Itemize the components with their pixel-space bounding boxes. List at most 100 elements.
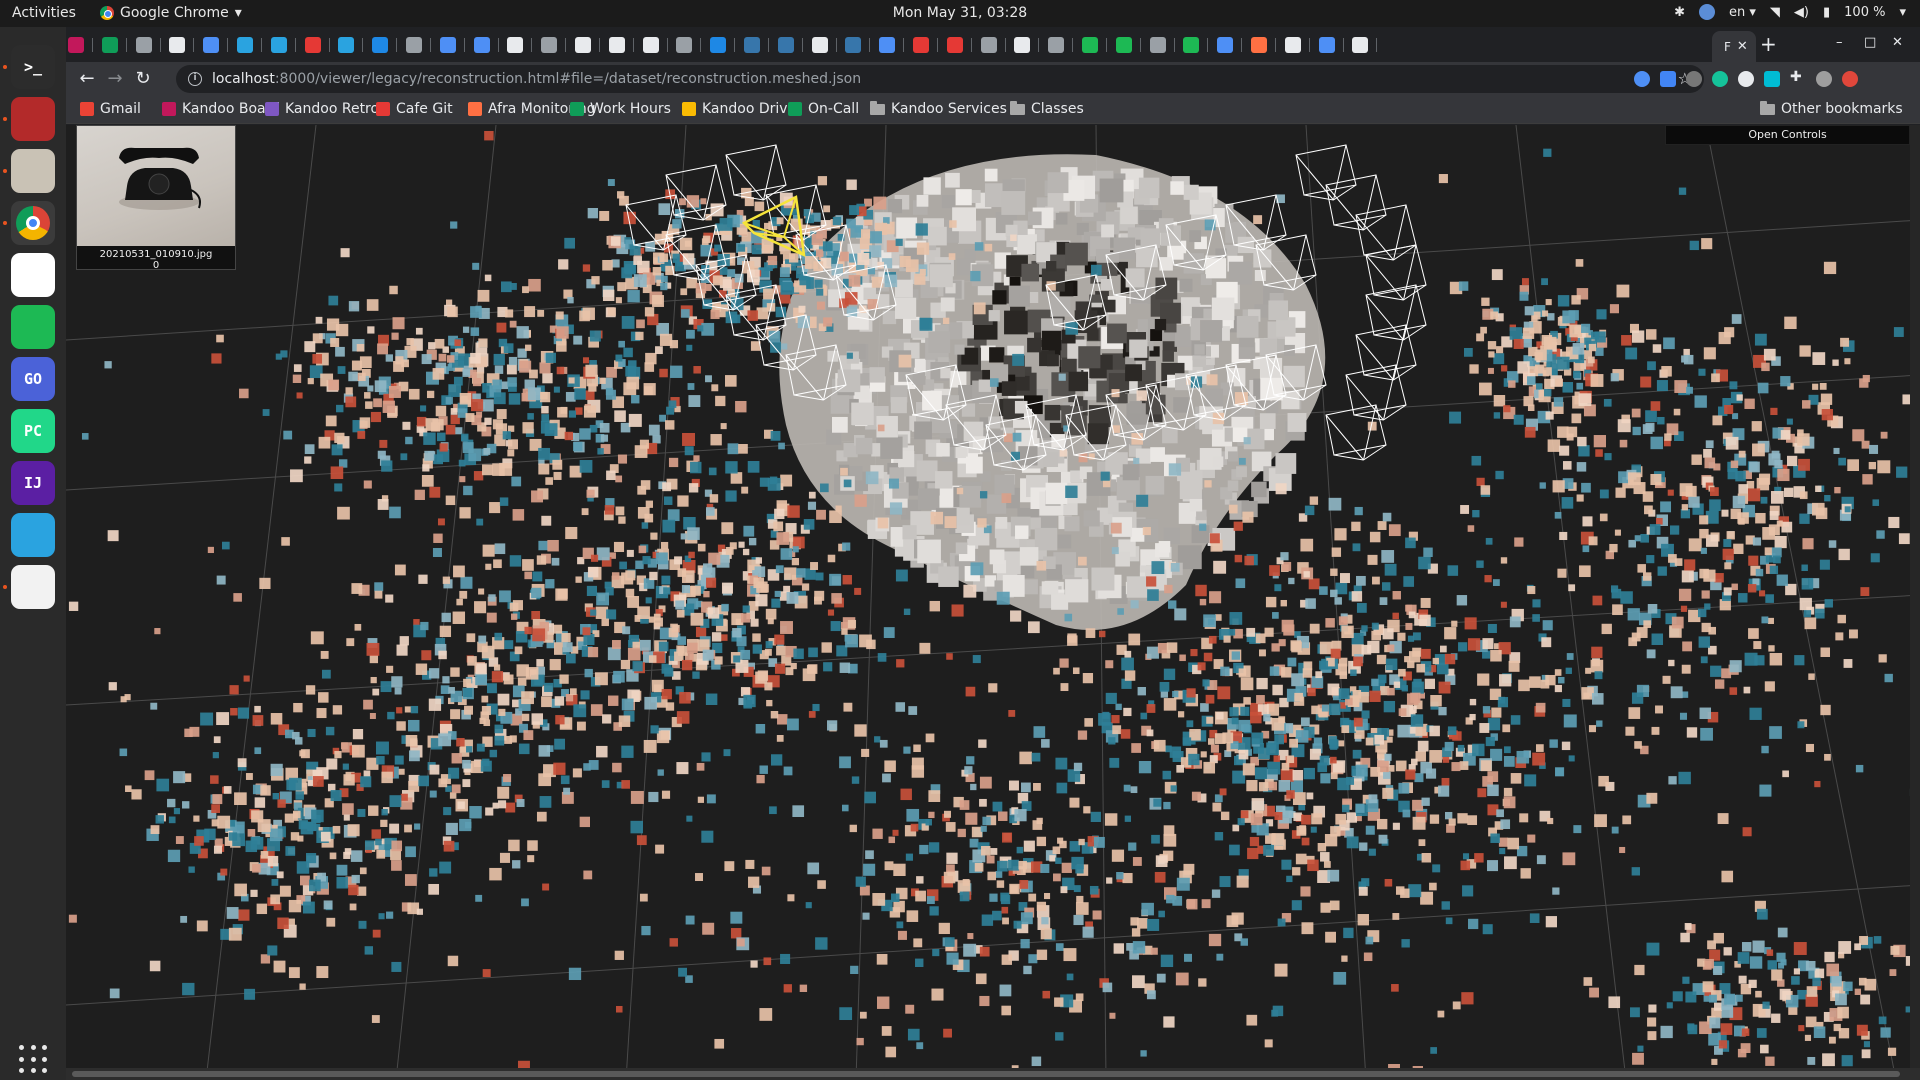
- browser-tab[interactable]: [710, 33, 736, 57]
- browser-tab[interactable]: [777, 33, 803, 57]
- close-tab-icon[interactable]: ✕: [1737, 39, 1748, 54]
- bookmark-item[interactable]: Work Hours: [570, 101, 671, 117]
- bookmark-item[interactable]: Kandoo Board: [162, 101, 280, 117]
- browser-tab[interactable]: [439, 33, 465, 57]
- extensions-puzzle-icon[interactable]: ✚: [1790, 69, 1806, 85]
- other-bookmarks-folder[interactable]: Other bookmarks: [1760, 100, 1903, 117]
- browser-tab[interactable]: [1318, 33, 1344, 57]
- browser-tab[interactable]: [507, 33, 533, 57]
- browser-tab[interactable]: [1217, 33, 1243, 57]
- new-tab-icon[interactable]: +: [1760, 33, 1777, 55]
- language-indicator[interactable]: en ▾: [1729, 5, 1756, 20]
- vpn-tray-icon[interactable]: [1699, 4, 1715, 20]
- browser-tab[interactable]: [1149, 33, 1175, 57]
- browser-tab[interactable]: [169, 33, 195, 57]
- browser-tab[interactable]: [338, 33, 364, 57]
- point: [380, 681, 392, 693]
- browser-tab[interactable]: [1048, 33, 1074, 57]
- browser-tab[interactable]: [1251, 33, 1276, 57]
- site-info-icon[interactable]: i: [188, 72, 202, 86]
- bookmark-item[interactable]: Kandoo Retro: [265, 101, 379, 117]
- system-menu-caret-icon[interactable]: ▾: [1899, 5, 1906, 20]
- browser-tab[interactable]: [845, 33, 871, 57]
- browser-tab[interactable]: [68, 33, 93, 57]
- reload-icon[interactable]: ↻: [132, 68, 154, 90]
- browser-tab[interactable]: [237, 33, 262, 57]
- extension-icon[interactable]: [1686, 71, 1702, 87]
- bookmark-item[interactable]: Kandoo Services: [870, 100, 1007, 117]
- extension-icon[interactable]: [1634, 71, 1650, 87]
- browser-tab[interactable]: [541, 33, 567, 57]
- browser-tab[interactable]: [203, 33, 229, 57]
- browser-tab[interactable]: [406, 33, 431, 57]
- point-cloud-canvas[interactable]: [66, 125, 1920, 1080]
- dock-google-chrome-icon[interactable]: [11, 201, 55, 245]
- dock-spotify-icon[interactable]: [11, 305, 55, 349]
- browser-tab[interactable]: [946, 33, 972, 57]
- browser-tab[interactable]: [744, 33, 769, 57]
- address-bar[interactable]: i localhost:8000/viewer/legacy/reconstru…: [176, 65, 1704, 93]
- browser-tab[interactable]: [1352, 33, 1378, 57]
- browser-tab[interactable]: [575, 33, 600, 57]
- browser-tab[interactable]: [1115, 33, 1141, 57]
- profile-avatar[interactable]: [1816, 71, 1832, 87]
- browser-tab[interactable]: [304, 33, 330, 57]
- browser-tab[interactable]: [1284, 33, 1310, 57]
- bookmark-item[interactable]: Kandoo Drive: [682, 101, 796, 117]
- dock-pycharm-icon[interactable]: PC: [11, 409, 55, 453]
- browser-tab[interactable]: [1014, 33, 1040, 57]
- dock-terminal-icon[interactable]: >_: [11, 45, 55, 89]
- bookmark-item[interactable]: On-Call: [788, 101, 859, 117]
- battery-icon[interactable]: ▮: [1823, 5, 1830, 20]
- extension-badge-icon[interactable]: [1738, 71, 1754, 87]
- forward-icon[interactable]: →: [104, 68, 126, 90]
- browser-tab[interactable]: [811, 33, 837, 57]
- bookmark-item[interactable]: Cafe Git: [376, 101, 453, 117]
- slack-tray-icon[interactable]: ✱: [1674, 5, 1685, 20]
- bookmark-item[interactable]: Gmail: [80, 101, 141, 117]
- scrollbar-thumb[interactable]: [72, 1071, 1900, 1077]
- browser-tab[interactable]: [1183, 33, 1209, 57]
- app-menu[interactable]: Google Chrome ▾: [100, 5, 242, 21]
- close-window-icon[interactable]: ✕: [1892, 35, 1903, 50]
- maximize-icon[interactable]: □: [1864, 35, 1876, 50]
- browser-tab[interactable]: [1082, 33, 1107, 57]
- dock-editor-icon[interactable]: [11, 565, 55, 609]
- browser-tab[interactable]: [135, 33, 161, 57]
- clock[interactable]: Mon May 31, 03:28: [893, 5, 1027, 21]
- dock-screenshot-tool-icon[interactable]: [11, 97, 55, 141]
- browser-tab[interactable]: [642, 33, 668, 57]
- browser-tab[interactable]: [879, 33, 905, 57]
- vertical-scrollbar[interactable]: [1910, 125, 1920, 1068]
- minimize-icon[interactable]: –: [1836, 35, 1843, 50]
- bookmark-item[interactable]: Classes: [1010, 100, 1084, 117]
- dock-telegram-icon[interactable]: [11, 513, 55, 557]
- browser-tab[interactable]: [473, 33, 499, 57]
- point: [1622, 815, 1632, 825]
- browser-tab[interactable]: [372, 33, 398, 57]
- activities-button[interactable]: Activities: [12, 5, 76, 21]
- extension-icon[interactable]: [1764, 71, 1780, 87]
- back-icon[interactable]: ←: [76, 68, 98, 90]
- dock-slack-icon[interactable]: [11, 253, 55, 297]
- browser-tab[interactable]: [608, 33, 634, 57]
- browser-tab[interactable]: [980, 33, 1006, 57]
- dock-intellij-icon[interactable]: IJ: [11, 461, 55, 505]
- browser-tab[interactable]: [913, 33, 938, 57]
- dock-goland-icon[interactable]: GO: [11, 357, 55, 401]
- image-thumbnail[interactable]: 20210531_010910.jpg 0: [76, 125, 236, 271]
- browser-tab[interactable]: [101, 33, 127, 57]
- dock-files-icon[interactable]: [11, 149, 55, 193]
- active-browser-tab[interactable]: F ✕: [1712, 31, 1756, 62]
- reconstruction-viewer[interactable]: 20210531_010910.jpg 0 Open Controls: [66, 125, 1920, 1080]
- update-menu-icon[interactable]: [1842, 71, 1858, 87]
- grammarly-icon[interactable]: [1712, 71, 1728, 87]
- wifi-icon[interactable]: ◥: [1770, 5, 1780, 20]
- browser-tab[interactable]: [676, 33, 702, 57]
- show-applications-icon[interactable]: [19, 1045, 49, 1075]
- horizontal-scrollbar[interactable]: [66, 1068, 1920, 1080]
- open-controls-button[interactable]: Open Controls: [1665, 125, 1910, 145]
- translate-extension-icon[interactable]: [1660, 71, 1676, 87]
- browser-tab[interactable]: [270, 33, 296, 57]
- volume-icon[interactable]: ◀): [1794, 5, 1809, 20]
